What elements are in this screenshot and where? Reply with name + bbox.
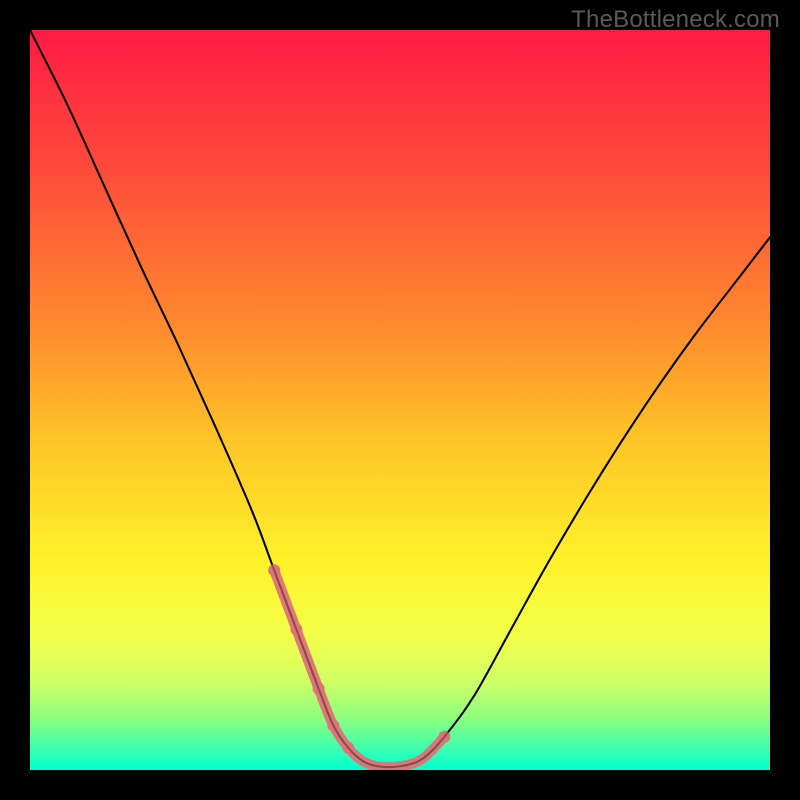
plot-area <box>30 30 770 770</box>
watermark-text: TheBottleneck.com <box>571 6 780 34</box>
gradient-background <box>30 30 770 770</box>
